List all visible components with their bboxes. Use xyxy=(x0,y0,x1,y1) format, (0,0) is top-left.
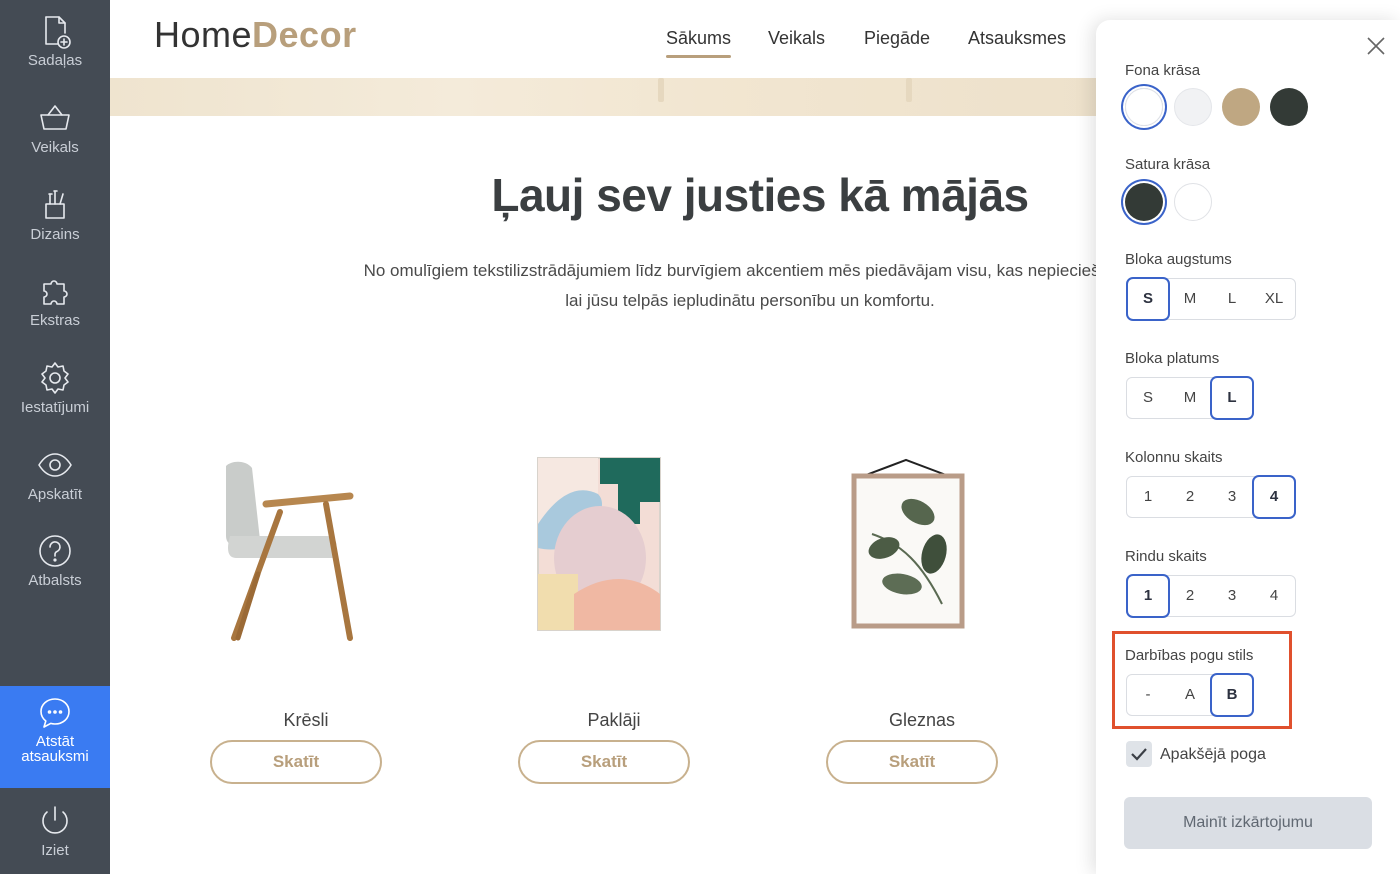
sidebar-item-label: Ekstras xyxy=(29,312,80,329)
button-style-option-a[interactable]: A xyxy=(1169,675,1211,715)
width-option-m[interactable]: M xyxy=(1169,378,1211,418)
close-icon xyxy=(1367,37,1385,55)
description-line-1: No omulīgiem tekstilizstrādājumiem līdz … xyxy=(363,261,1096,280)
height-option-m[interactable]: M xyxy=(1169,279,1211,319)
columns-option-2[interactable]: 2 xyxy=(1169,477,1211,517)
bg-color-light-gray[interactable] xyxy=(1174,88,1212,126)
eye-icon xyxy=(38,453,72,477)
site-logo[interactable]: HomeDecor xyxy=(154,14,357,56)
painting-image xyxy=(851,458,965,629)
rug-image xyxy=(537,457,661,631)
nav-home[interactable]: Sākums xyxy=(666,28,732,58)
rows-option-3[interactable]: 3 xyxy=(1211,576,1253,616)
sidebar: Sadaļas Veikals Dizains Ekstras Iestatīj… xyxy=(0,0,110,874)
height-option-xl[interactable]: XL xyxy=(1253,279,1295,319)
column-count-selector: 1 2 3 4 xyxy=(1126,475,1296,519)
height-option-l[interactable]: L xyxy=(1211,279,1253,319)
add-page-icon xyxy=(45,16,71,49)
nav-shop[interactable]: Veikals xyxy=(768,28,825,49)
bg-color-dark-green[interactable] xyxy=(1270,88,1308,126)
button-style-selector: - A B xyxy=(1126,673,1254,717)
columns-option-4[interactable]: 4 xyxy=(1252,475,1296,519)
row-count-label: Rindu skaits xyxy=(1125,548,1207,565)
power-icon xyxy=(42,806,68,834)
rows-option-1[interactable]: 1 xyxy=(1126,574,1170,618)
columns-option-3[interactable]: 3 xyxy=(1211,477,1253,517)
chat-bubble-icon xyxy=(40,698,70,728)
brush-cup-icon xyxy=(45,190,65,219)
block-width-label: Bloka platums xyxy=(1125,350,1220,367)
sidebar-item-label: Atbalsts xyxy=(28,572,82,589)
sidebar-item-label: Iestatījumi xyxy=(20,399,90,416)
button-style-label: Darbības pogu stils xyxy=(1125,647,1254,664)
block-width-selector: S M L xyxy=(1126,376,1254,420)
bg-color-beige[interactable] xyxy=(1222,88,1260,126)
content-color-white[interactable] xyxy=(1174,183,1212,221)
width-option-s[interactable]: S xyxy=(1127,378,1169,418)
sidebar-item-label: Iziet xyxy=(41,842,69,859)
row-count-selector: 1 2 3 4 xyxy=(1126,574,1296,618)
rows-option-4[interactable]: 4 xyxy=(1253,576,1295,616)
page-description: No omulīgiem tekstilizstrādājumiem līdz … xyxy=(300,256,1096,316)
close-panel-button[interactable] xyxy=(1364,34,1388,58)
feedback-label-line1: Atstāt xyxy=(35,733,75,750)
product-name: Gleznas xyxy=(888,710,956,730)
sidebar-item-preview[interactable]: Apskatīt xyxy=(0,438,110,524)
logo-part-decor: Decor xyxy=(252,14,357,55)
nav-reviews[interactable]: Atsauksmes xyxy=(968,28,1066,49)
block-height-label: Bloka augstums xyxy=(1125,251,1232,268)
background-color-label: Fona krāsa xyxy=(1125,62,1201,79)
main-content: Ļauj sev justies kā mājās No omulīgiem t… xyxy=(110,116,1096,874)
sidebar-item-shop[interactable]: Veikals xyxy=(0,91,110,177)
basket-icon xyxy=(40,105,70,130)
bg-color-white[interactable] xyxy=(1125,88,1163,126)
puzzle-icon xyxy=(43,280,68,305)
product-name: Paklāji xyxy=(587,710,641,730)
checkmark-icon xyxy=(1131,748,1147,761)
site-header: HomeDecor Sākums Veikals Piegāde Atsauks… xyxy=(110,0,1100,78)
view-rugs-button[interactable]: Skatīt xyxy=(518,740,690,784)
sidebar-item-design[interactable]: Dizains xyxy=(0,178,110,264)
feedback-label-line2: atsauksmi xyxy=(21,748,89,765)
column-count-label: Kolonnu skaits xyxy=(1125,449,1223,466)
block-height-selector: S M L XL xyxy=(1126,277,1296,321)
sidebar-item-support[interactable]: Atbalsts xyxy=(0,524,110,610)
sidebar-item-feedback[interactable]: Atstāt atsauksmi xyxy=(0,686,110,788)
page-title: Ļauj sev justies kā mājās xyxy=(491,169,1029,221)
bottom-button-checkbox[interactable] xyxy=(1126,741,1152,767)
hero-image-strip xyxy=(110,78,1100,116)
height-option-s[interactable]: S xyxy=(1126,277,1170,321)
sidebar-item-label: Apskatīt xyxy=(27,486,83,503)
content-color-label: Satura krāsa xyxy=(1125,156,1211,173)
rows-option-2[interactable]: 2 xyxy=(1169,576,1211,616)
bottom-button-label: Apakšējā poga xyxy=(1160,746,1266,763)
sidebar-item-label: Veikals xyxy=(31,139,79,156)
product-name: Krēsli xyxy=(283,710,329,730)
button-style-option-none[interactable]: - xyxy=(1127,675,1169,715)
sidebar-item-settings[interactable]: Iestatījumi xyxy=(0,351,110,437)
columns-option-1[interactable]: 1 xyxy=(1127,477,1169,517)
view-paintings-button[interactable]: Skatīt xyxy=(826,740,998,784)
view-chairs-button[interactable]: Skatīt xyxy=(210,740,382,784)
width-option-l[interactable]: L xyxy=(1210,376,1254,420)
sidebar-item-sections[interactable]: Sadaļas xyxy=(0,4,110,90)
sidebar-item-label: Dizains xyxy=(30,226,80,243)
change-layout-button[interactable]: Mainīt izkārtojumu xyxy=(1124,797,1372,849)
sidebar-item-exit[interactable]: Iziet xyxy=(0,794,110,874)
sidebar-item-extras[interactable]: Ekstras xyxy=(0,264,110,350)
sidebar-item-label: Sadaļas xyxy=(27,52,83,69)
logo-part-home: Home xyxy=(154,14,253,55)
description-line-2: lai jūsu telpās iepludinātu personību un… xyxy=(565,291,935,310)
nav-delivery[interactable]: Piegāde xyxy=(864,28,930,49)
help-icon xyxy=(39,535,71,567)
gear-icon xyxy=(41,362,69,394)
chair-image xyxy=(226,461,354,641)
content-color-dark[interactable] xyxy=(1125,183,1163,221)
button-style-option-b[interactable]: B xyxy=(1210,673,1254,717)
